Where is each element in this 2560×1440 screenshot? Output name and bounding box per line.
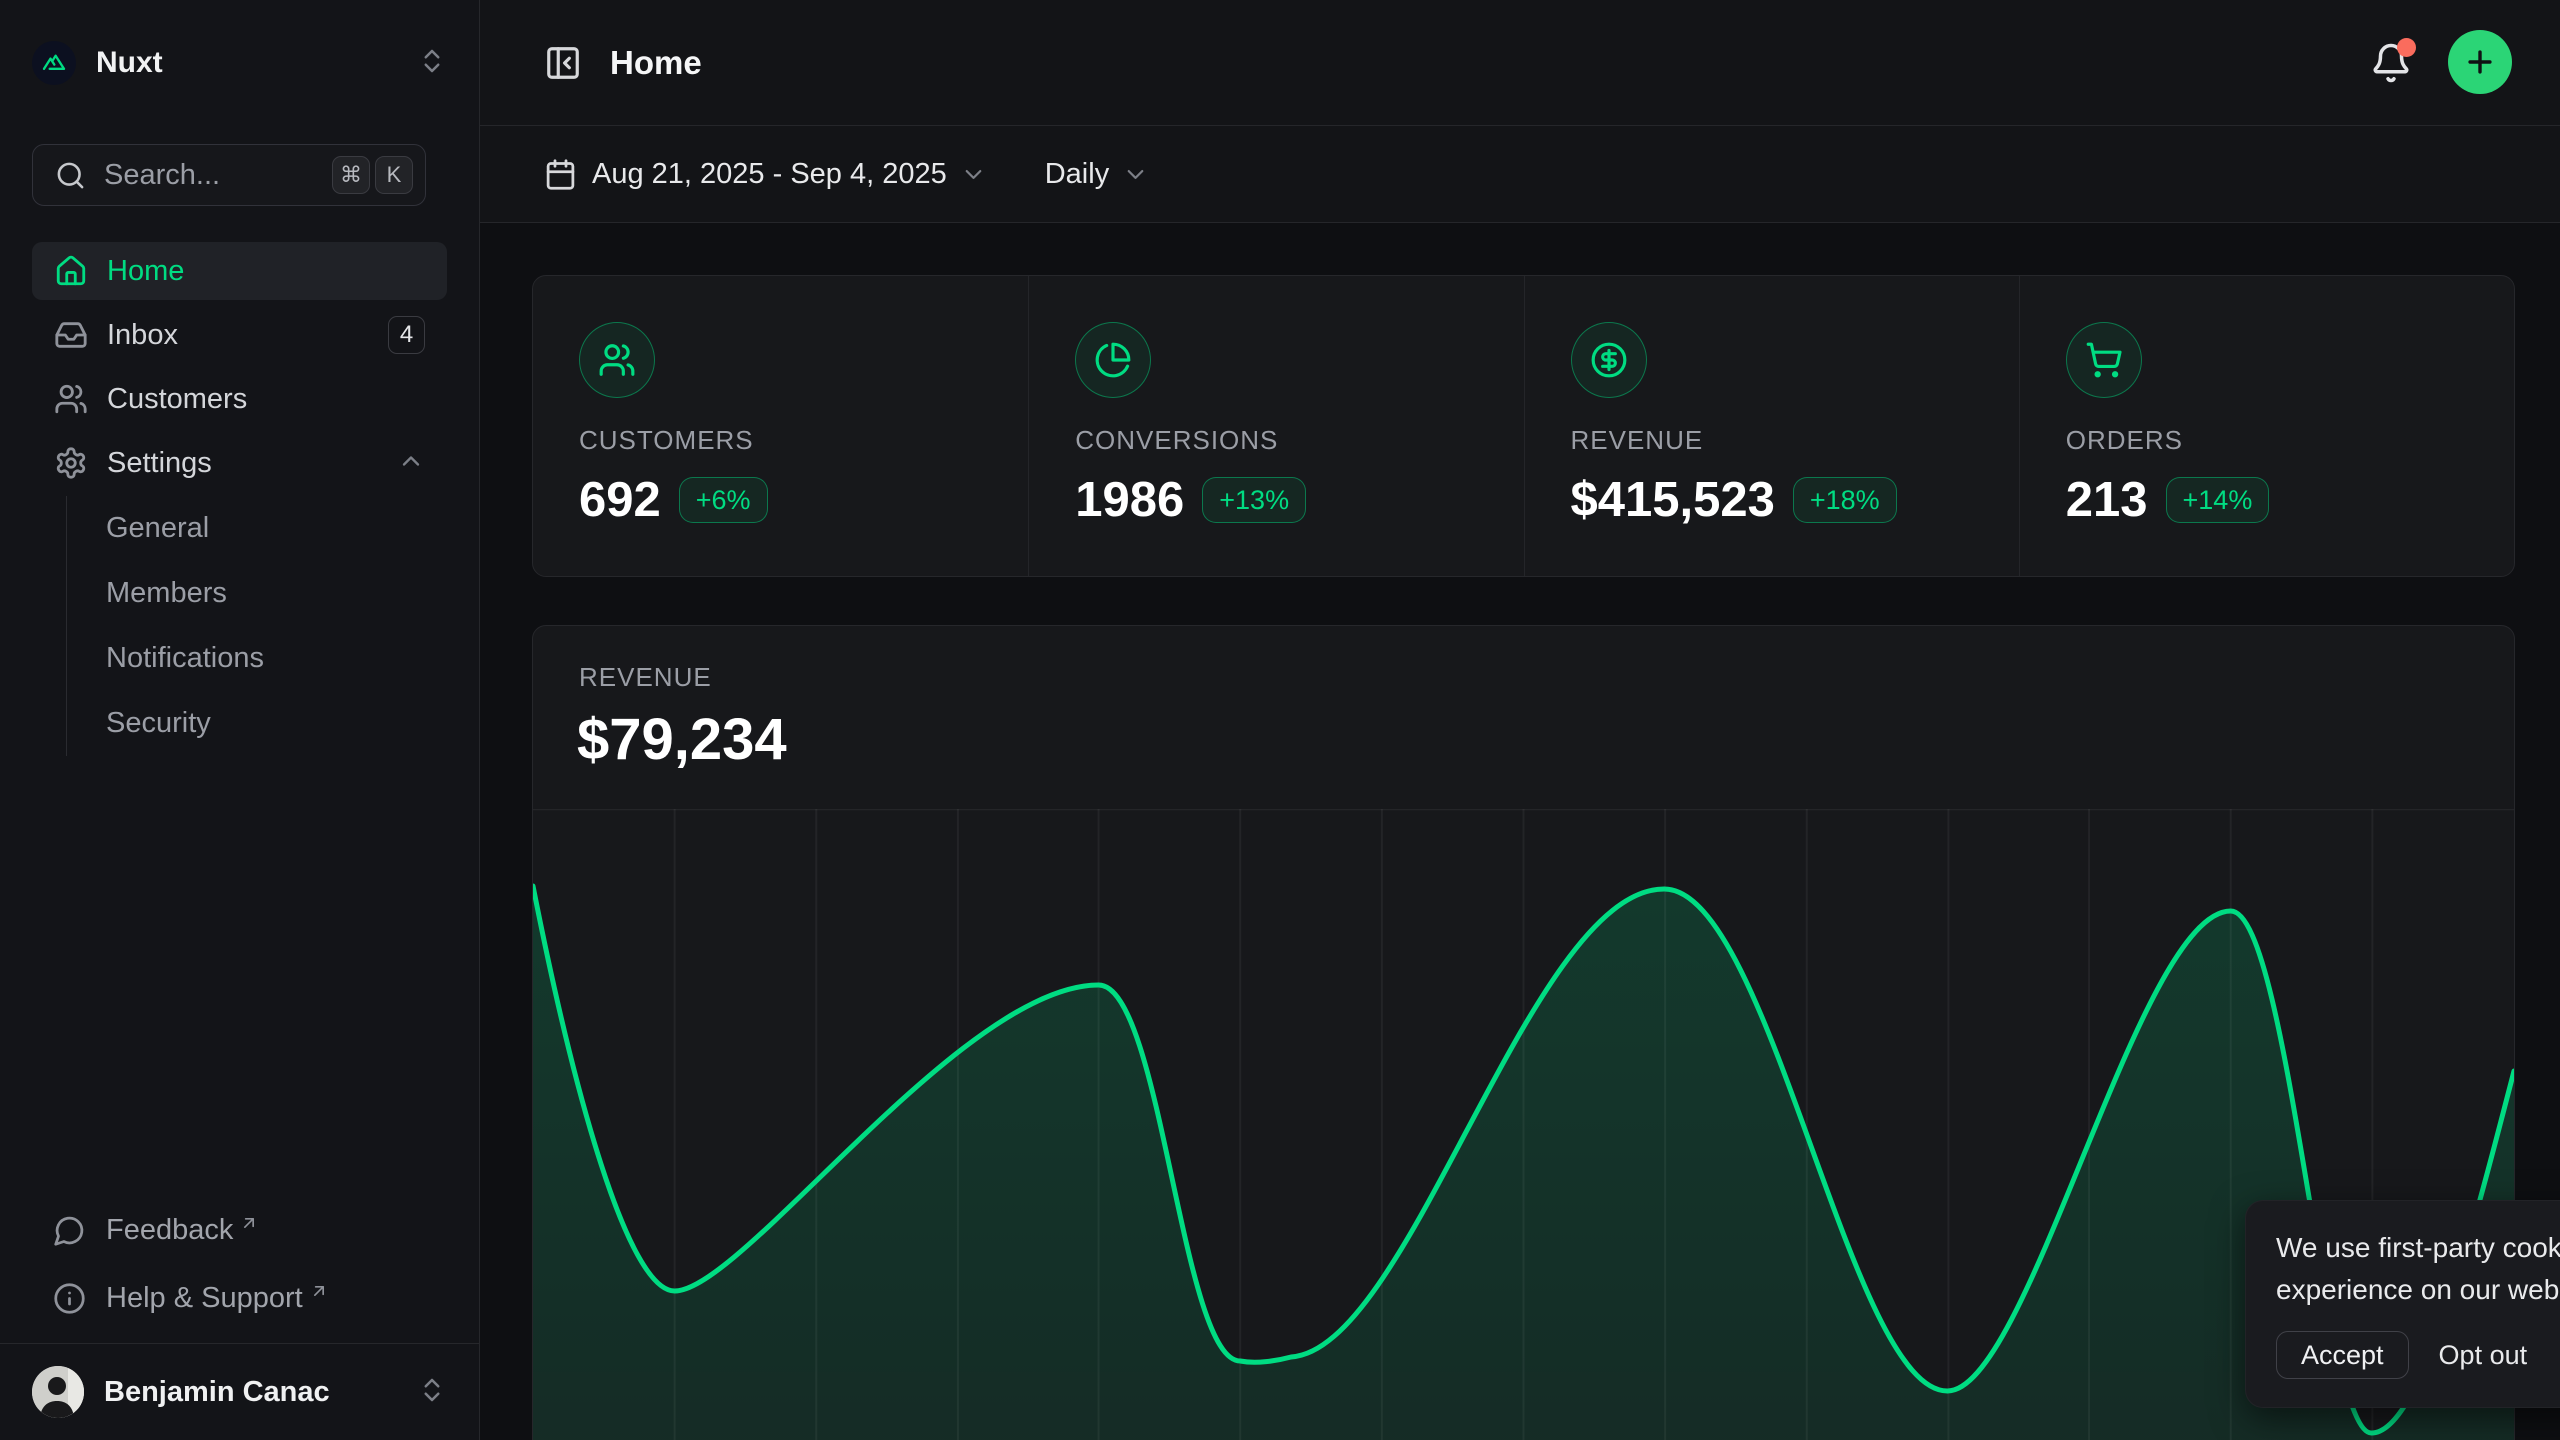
- feedback-link[interactable]: Feedback: [32, 1207, 447, 1253]
- subitem-label: Notifications: [106, 642, 264, 675]
- stat-delta-badge: +18%: [1793, 477, 1897, 523]
- users-icon: [54, 382, 88, 416]
- calendar-icon: [544, 158, 577, 191]
- page-title: Home: [610, 44, 702, 82]
- chevron-down-icon: [960, 161, 987, 188]
- sidebar-subitem-general[interactable]: General: [67, 496, 447, 561]
- inbox-icon: [54, 318, 88, 352]
- revenue-chart-value: $79,234: [577, 706, 787, 773]
- revenue-chart-card: REVENUE $79,234: [532, 625, 2515, 1440]
- main-area: Home Aug 21, 2025 - Sep 4, 2025: [480, 0, 2560, 1440]
- notifications-bell-icon[interactable]: [2370, 42, 2412, 84]
- pie-chart-icon: [1075, 322, 1151, 398]
- workspace-name: Nuxt: [96, 46, 163, 80]
- revenue-chart-label: REVENUE: [579, 662, 712, 693]
- search-placeholder: Search...: [104, 159, 332, 192]
- date-range-picker[interactable]: Aug 21, 2025 - Sep 4, 2025: [544, 158, 987, 191]
- app-root: Nuxt Search... ⌘ K Home: [0, 0, 2560, 1440]
- add-button[interactable]: [2448, 30, 2512, 94]
- stat-label: REVENUE: [1571, 425, 2019, 456]
- sidebar-item-label: Customers: [107, 383, 247, 416]
- granularity-value: Daily: [1045, 158, 1109, 191]
- home-icon: [54, 254, 88, 288]
- cookie-message-line1: We use first-party cookies to enhance yo…: [2276, 1227, 2560, 1269]
- cookie-message-line2: experience on our website.: [2276, 1269, 2560, 1311]
- user-name: Benjamin Canac: [104, 1376, 330, 1409]
- dollar-circle-icon: [1571, 322, 1647, 398]
- help-support-link[interactable]: Help & Support: [32, 1275, 447, 1321]
- gear-icon: [54, 446, 88, 480]
- stats-card: CUSTOMERS 692 +6% CONVERSIONS 1986 +13%: [532, 275, 2515, 577]
- workspace-switcher[interactable]: Nuxt: [32, 41, 447, 85]
- avatar: [32, 1366, 84, 1418]
- subitem-label: Members: [106, 577, 227, 610]
- chevrons-up-down-icon: [417, 1375, 447, 1410]
- nuxt-logo-icon: [32, 41, 76, 85]
- accept-button[interactable]: Accept: [2276, 1331, 2409, 1379]
- sidebar-item-label: Inbox: [107, 319, 178, 352]
- sidebar-item-settings[interactable]: Settings: [32, 434, 447, 492]
- stat-value: 1986: [1075, 472, 1184, 528]
- opt-out-button[interactable]: Opt out: [2439, 1340, 2528, 1371]
- notification-dot: [2397, 38, 2416, 57]
- stat-value: $415,523: [1571, 472, 1775, 528]
- subitem-label: Security: [106, 707, 211, 740]
- chevron-up-icon: [397, 447, 425, 480]
- chevrons-up-down-icon: [417, 46, 447, 81]
- info-circle-icon: [53, 1282, 86, 1315]
- date-range-value: Aug 21, 2025 - Sep 4, 2025: [592, 158, 947, 191]
- sidebar-item-label: Home: [107, 255, 184, 288]
- sidebar-nav: Home Inbox 4 Customers Setting: [32, 242, 447, 492]
- kbd-cmd: ⌘: [332, 156, 370, 194]
- settings-subnav: General Members Notifications Security: [66, 496, 447, 756]
- stat-delta-badge: +6%: [679, 477, 768, 523]
- shopping-cart-icon: [2066, 322, 2142, 398]
- chevron-down-icon: [1122, 161, 1149, 188]
- sidebar-item-inbox[interactable]: Inbox 4: [32, 306, 447, 364]
- stat-orders[interactable]: ORDERS 213 +14%: [2019, 276, 2514, 576]
- search-icon: [55, 160, 86, 191]
- stat-label: ORDERS: [2066, 425, 2514, 456]
- sidebar-item-home[interactable]: Home: [32, 242, 447, 300]
- stat-delta-badge: +13%: [1202, 477, 1306, 523]
- stat-value: 213: [2066, 472, 2148, 528]
- sidebar-subitem-members[interactable]: Members: [67, 561, 447, 626]
- external-link-icon: [239, 1213, 259, 1233]
- user-menu[interactable]: Benjamin Canac: [0, 1344, 479, 1440]
- collapse-sidebar-icon[interactable]: [544, 44, 582, 82]
- stat-label: CONVERSIONS: [1075, 425, 1523, 456]
- sidebar-subitem-notifications[interactable]: Notifications: [67, 626, 447, 691]
- kbd-k: K: [375, 156, 413, 194]
- inbox-count-badge: 4: [388, 316, 425, 354]
- message-bubble-icon: [53, 1214, 86, 1247]
- stat-conversions[interactable]: CONVERSIONS 1986 +13%: [1028, 276, 1523, 576]
- sidebar-footer: Feedback Help & Support: [32, 1185, 447, 1321]
- stat-label: CUSTOMERS: [579, 425, 1028, 456]
- help-support-label: Help & Support: [106, 1282, 303, 1315]
- revenue-chart[interactable]: [533, 809, 2514, 1440]
- search-input[interactable]: Search... ⌘ K: [32, 144, 426, 206]
- feedback-label: Feedback: [106, 1214, 233, 1247]
- stat-revenue[interactable]: REVENUE $415,523 +18%: [1524, 276, 2019, 576]
- filters-toolbar: Aug 21, 2025 - Sep 4, 2025 Daily: [480, 126, 2560, 223]
- users-icon: [579, 322, 655, 398]
- sidebar-item-customers[interactable]: Customers: [32, 370, 447, 428]
- sidebar: Nuxt Search... ⌘ K Home: [0, 0, 480, 1440]
- granularity-select[interactable]: Daily: [1045, 158, 1149, 191]
- stat-customers[interactable]: CUSTOMERS 692 +6%: [533, 276, 1028, 576]
- sidebar-item-label: Settings: [107, 447, 212, 480]
- stat-value: 692: [579, 472, 661, 528]
- sidebar-subitem-security[interactable]: Security: [67, 691, 447, 756]
- plus-icon: [2463, 45, 2497, 79]
- external-link-icon: [309, 1281, 329, 1301]
- stat-delta-badge: +14%: [2166, 477, 2270, 523]
- page-header: Home: [480, 0, 2560, 126]
- cookie-banner: We use first-party cookies to enhance yo…: [2245, 1200, 2560, 1408]
- subitem-label: General: [106, 512, 209, 545]
